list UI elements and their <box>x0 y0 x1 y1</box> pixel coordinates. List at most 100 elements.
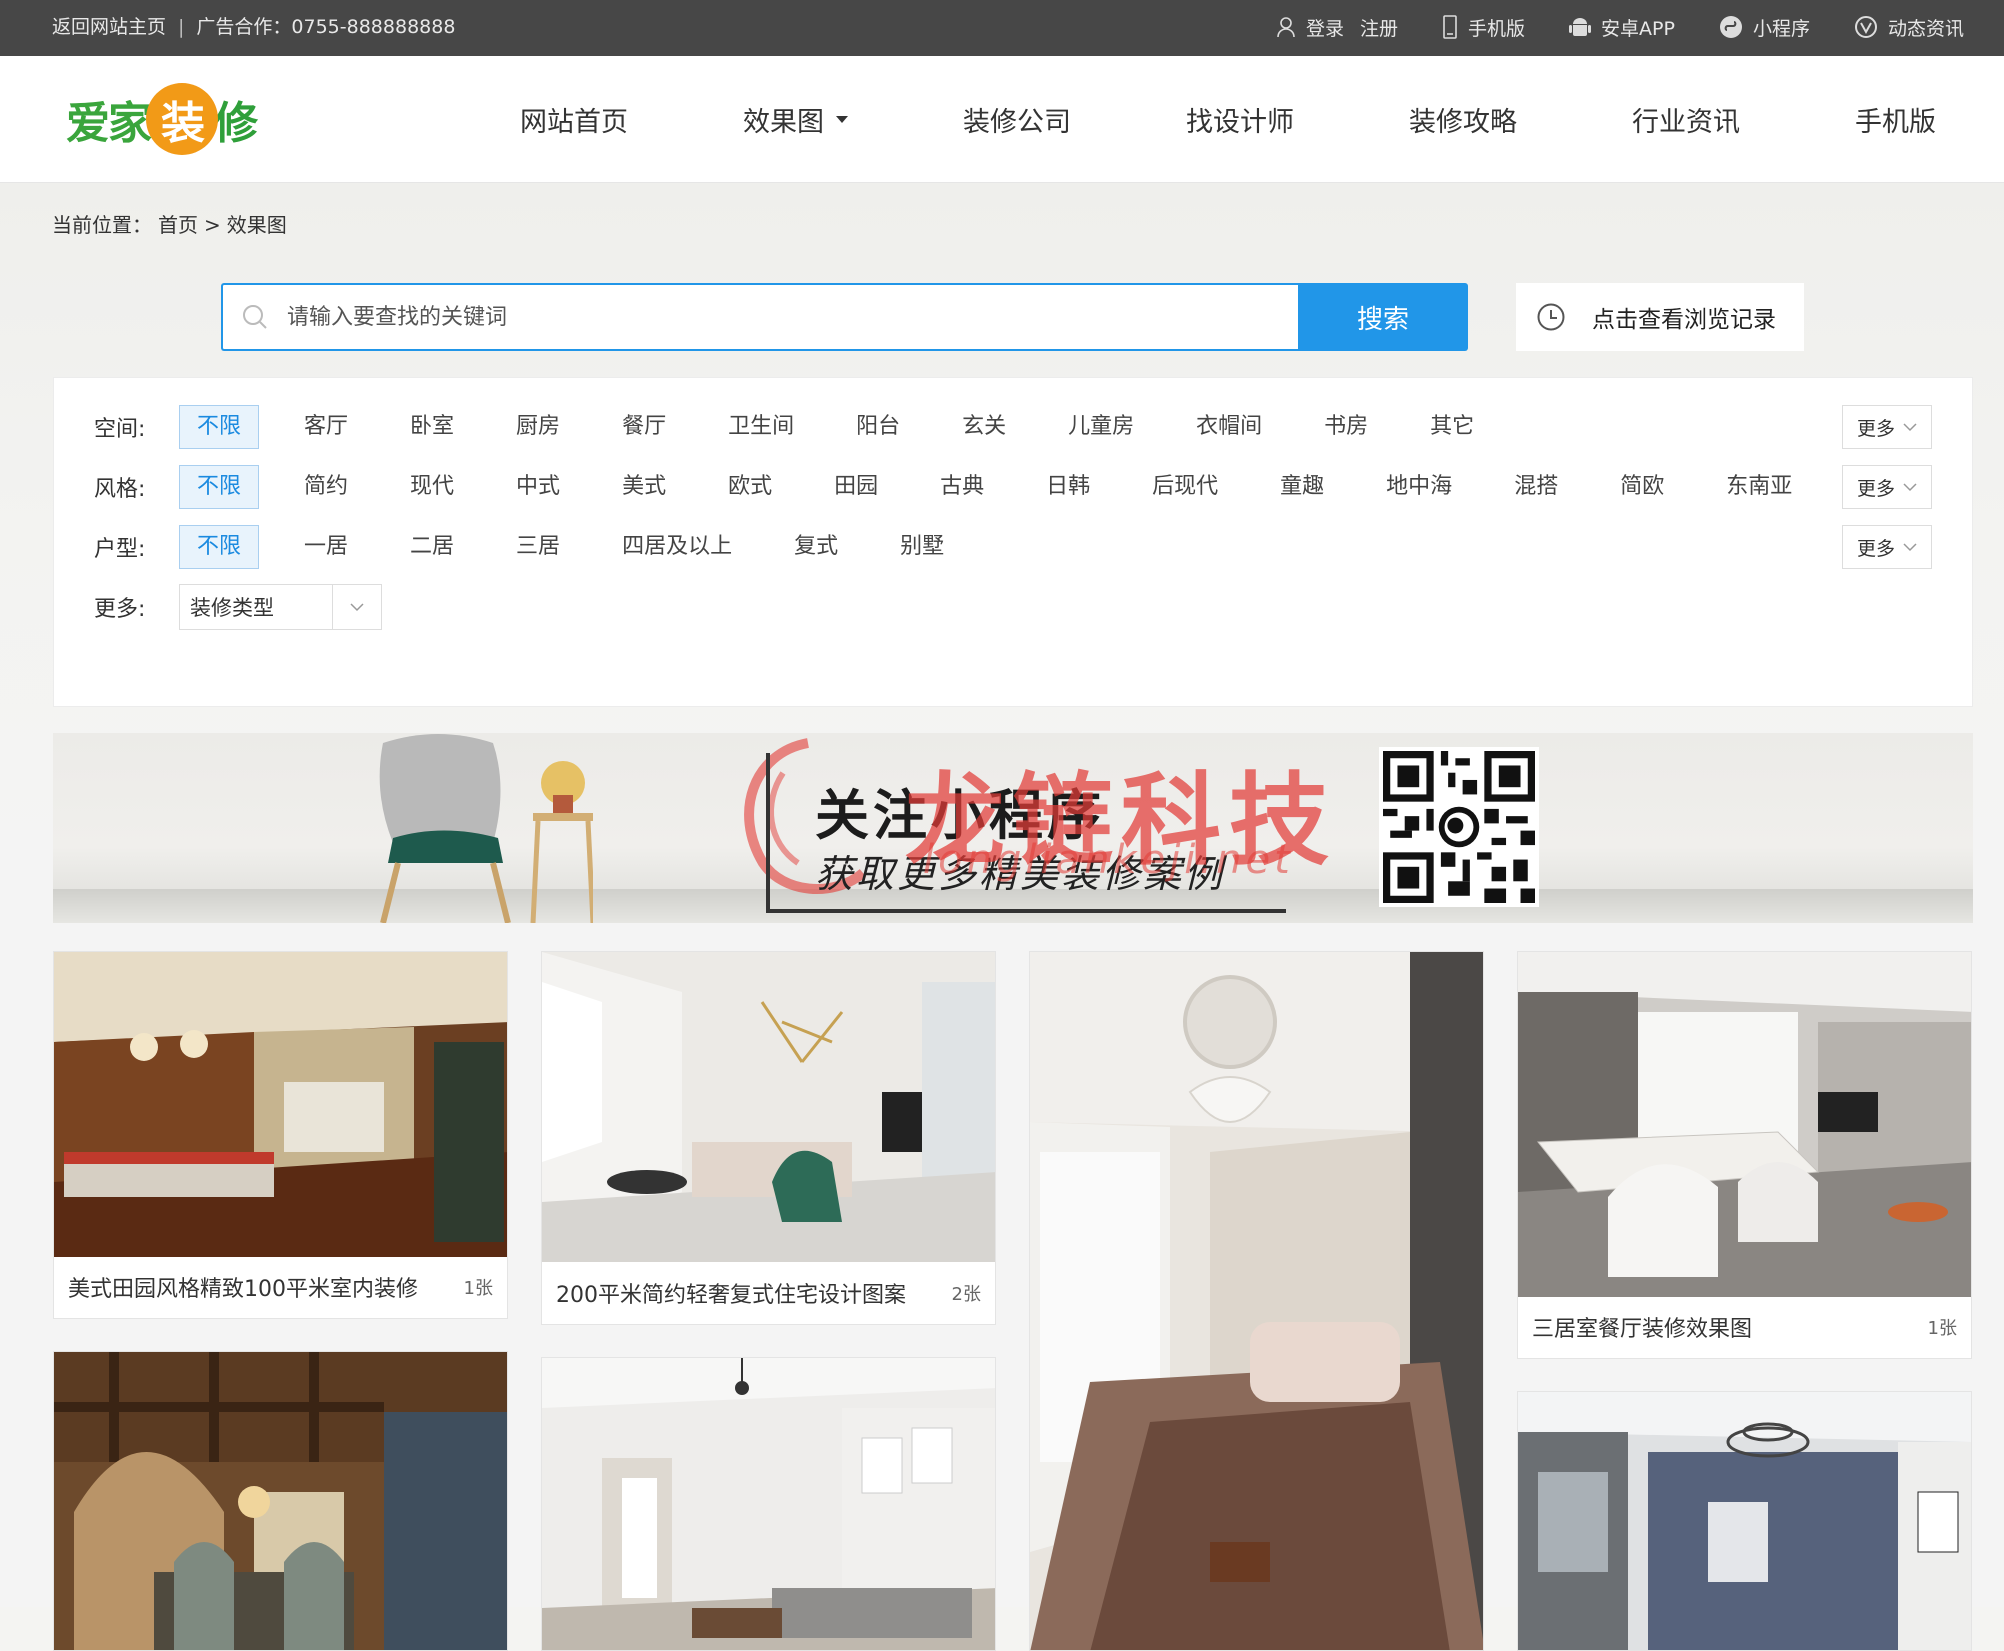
chevron-down-icon <box>1903 543 1917 552</box>
filter-option[interactable]: 童趣 <box>1263 465 1341 509</box>
phone-icon <box>1443 15 1457 39</box>
mobile-link[interactable]: 手机版 <box>1442 14 1525 41</box>
search-icon <box>243 305 267 329</box>
qr-code <box>1379 747 1539 907</box>
android-link-label: 安卓APP <box>1601 17 1675 40</box>
more-layout-button[interactable]: 更多 <box>1842 525 1932 569</box>
filter-option[interactable]: 三居 <box>499 525 577 569</box>
filter-option[interactable]: 玄关 <box>945 405 1023 449</box>
promo-banner[interactable]: 关注小程序 获取更多精美装修案例 龙链科技 longliankeji.net <box>53 733 1973 923</box>
filter-option[interactable]: 中式 <box>499 465 577 509</box>
filter-option[interactable]: 卧室 <box>393 405 471 449</box>
card-count: 2张 <box>951 1284 981 1305</box>
search-input[interactable] <box>285 303 1298 331</box>
filter-option[interactable]: 不限 <box>179 465 260 509</box>
more-label: 更多 <box>1856 477 1895 500</box>
card-caption: 200平米简约轻奢复式住宅设计图案 2张 <box>542 1262 995 1324</box>
clock-icon <box>1537 303 1565 331</box>
breadcrumb: 当前位置： 首页 > 效果图 <box>52 209 293 238</box>
android-icon <box>1569 18 1592 36</box>
filter-option[interactable]: 一居 <box>287 525 365 569</box>
chevron-down-icon <box>350 603 364 612</box>
filter-option[interactable]: 其它 <box>1413 405 1491 449</box>
site-logo[interactable]: 爱家装修 <box>66 83 258 155</box>
filter-option[interactable]: 书房 <box>1307 405 1385 449</box>
filter-option[interactable]: 古典 <box>923 465 1001 509</box>
filter-option[interactable]: 田园 <box>817 465 895 509</box>
rendering-card[interactable] <box>53 1351 508 1651</box>
rendering-grid: 美式田园风格精致100平米室内装修 1张 200平米简约轻奢复式住宅设计图案 2… <box>53 951 1973 1651</box>
filter-option[interactable]: 地中海 <box>1369 465 1469 509</box>
filter-option[interactable]: 卫生间 <box>711 405 811 449</box>
decoration-type-select[interactable]: 装修类型 <box>179 584 382 630</box>
filter-option[interactable]: 二居 <box>393 525 471 569</box>
card-count: 1张 <box>1927 1318 1957 1339</box>
rendering-card[interactable] <box>541 1357 996 1651</box>
nav-item-companies[interactable]: 装修公司 <box>963 100 1071 139</box>
miniprogram-link[interactable]: 小程序 <box>1719 14 1810 41</box>
breadcrumb-home[interactable]: 首页 <box>158 213 198 237</box>
nav-item-mobile[interactable]: 手机版 <box>1855 100 1936 139</box>
rendering-card[interactable]: 美式田园风格精致100平米室内装修 1张 <box>53 951 508 1319</box>
nav-item-renderings-label: 效果图 <box>743 106 824 138</box>
login-link[interactable]: 登录 <box>1306 14 1344 41</box>
filter-option[interactable]: 餐厅 <box>605 405 683 449</box>
news-icon <box>1854 16 1877 38</box>
filter-option[interactable]: 混搭 <box>1497 465 1575 509</box>
nav-item-renderings[interactable]: 效果图 <box>743 100 848 139</box>
filter-option[interactable]: 后现代 <box>1135 465 1235 509</box>
rendering-card[interactable]: 三居室餐厅装修效果图 1张 <box>1517 951 1972 1359</box>
rendering-card[interactable] <box>1517 1391 1972 1651</box>
chair-illustration <box>379 734 593 923</box>
caret-down-icon <box>836 115 848 123</box>
filter-option[interactable]: 别墅 <box>883 525 961 569</box>
logo-text-3: 修 <box>214 98 258 149</box>
rendering-card[interactable]: 200平米简约轻奢复式住宅设计图案 2张 <box>541 951 996 1325</box>
filter-row-space: 空间: 不限 客厅 卧室 厨房 餐厅 卫生间 阳台 玄关 儿童房 衣帽间 书房 … <box>54 402 1972 452</box>
nav-item-home[interactable]: 网站首页 <box>520 100 628 139</box>
filter-option[interactable]: 复式 <box>777 525 855 569</box>
filter-option[interactable]: 现代 <box>393 465 471 509</box>
breadcrumb-current: 效果图 <box>226 213 287 237</box>
card-count: 1张 <box>463 1278 493 1299</box>
filter-option[interactable]: 不限 <box>179 525 260 569</box>
nav-item-guides[interactable]: 装修攻略 <box>1409 100 1517 139</box>
filter-option[interactable]: 美式 <box>605 465 683 509</box>
filter-option[interactable]: 四居及以上 <box>605 525 749 569</box>
top-bar-right: 登录 注册 手机版 安卓APP 小程序 动态资讯 <box>1232 0 1964 54</box>
filter-option[interactable]: 简欧 <box>1603 465 1681 509</box>
filter-option[interactable]: 欧式 <box>711 465 789 509</box>
browse-history-button[interactable]: 点击查看浏览记录 <box>1516 283 1804 351</box>
card-caption: 美式田园风格精致100平米室内装修 1张 <box>54 1256 507 1318</box>
filter-label-layout: 户型: <box>94 537 146 562</box>
decoration-type-value: 装修类型 <box>190 596 274 620</box>
filter-row-extra: 更多: 装修类型 <box>54 582 1972 632</box>
rendering-card[interactable] <box>1029 951 1484 1651</box>
filter-option[interactable]: 简约 <box>287 465 365 509</box>
more-style-button[interactable]: 更多 <box>1842 465 1932 509</box>
filter-option[interactable]: 客厅 <box>287 405 365 449</box>
main-nav: 网站首页 效果图 装修公司 找设计师 装修攻略 行业资讯 手机版 <box>520 56 1936 182</box>
filter-option[interactable]: 厨房 <box>499 405 577 449</box>
separator: | <box>178 16 185 38</box>
filter-option[interactable]: 日韩 <box>1029 465 1107 509</box>
chevron-down-icon <box>1903 423 1917 432</box>
more-space-button[interactable]: 更多 <box>1842 405 1932 449</box>
filter-label-space: 空间: <box>94 417 146 442</box>
register-link[interactable]: 注册 <box>1360 14 1398 41</box>
filter-row-layout: 户型: 不限 一居 二居 三居 四居及以上 复式 别墅 更多 <box>54 522 1972 572</box>
nav-item-news[interactable]: 行业资讯 <box>1632 100 1740 139</box>
filter-option[interactable]: 衣帽间 <box>1179 405 1279 449</box>
android-link[interactable]: 安卓APP <box>1569 14 1675 41</box>
filter-option[interactable]: 儿童房 <box>1051 405 1151 449</box>
search-button[interactable]: 搜索 <box>1298 283 1468 351</box>
select-dropdown <box>332 585 381 629</box>
nav-item-designers[interactable]: 找设计师 <box>1186 100 1294 139</box>
filter-option[interactable]: 不限 <box>179 405 260 449</box>
top-bar: 返回网站主页 | 广告合作：0755-888888888 登录 注册 手机版 安卓A… <box>0 0 2004 56</box>
home-link[interactable]: 返回网站主页 <box>52 16 166 38</box>
news-link[interactable]: 动态资讯 <box>1854 14 1964 41</box>
card-image <box>542 952 995 1262</box>
filter-option[interactable]: 东南亚 <box>1709 465 1809 509</box>
filter-option[interactable]: 阳台 <box>839 405 917 449</box>
